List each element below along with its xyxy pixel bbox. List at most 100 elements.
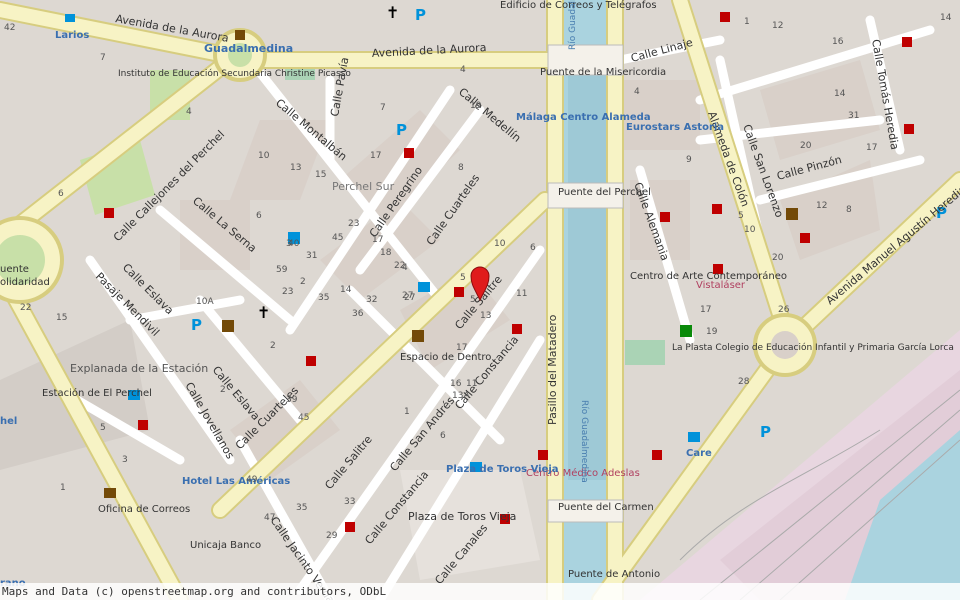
svg-text:La Plasta Colegio de Educación: La Plasta Colegio de Educación Infantil … xyxy=(672,342,954,353)
svg-text:22: 22 xyxy=(394,261,405,271)
svg-text:✝: ✝ xyxy=(386,3,399,22)
svg-text:Instituto de Educación Secunda: Instituto de Educación Secundaria Christ… xyxy=(118,68,351,79)
svg-text:10: 10 xyxy=(744,225,756,235)
svg-text:12: 12 xyxy=(772,21,783,31)
svg-text:16: 16 xyxy=(832,37,844,47)
svg-text:3: 3 xyxy=(122,455,128,465)
svg-text:Larios: Larios xyxy=(55,30,89,41)
svg-text:45: 45 xyxy=(332,233,343,243)
svg-text:49: 49 xyxy=(246,475,258,485)
svg-text:27: 27 xyxy=(404,293,415,303)
svg-text:Perchel Sur: Perchel Sur xyxy=(332,180,395,193)
svg-text:2: 2 xyxy=(270,341,276,351)
svg-text:10: 10 xyxy=(494,239,506,249)
svg-text:Río Guadalmedina: Río Guadalmedina xyxy=(579,400,589,483)
svg-text:5: 5 xyxy=(738,211,744,221)
svg-text:40: 40 xyxy=(288,239,300,249)
svg-text:20: 20 xyxy=(772,253,784,263)
svg-text:Vistaláser: Vistaláser xyxy=(696,279,746,291)
svg-text:P: P xyxy=(760,423,771,441)
svg-text:Eurostars Astoria: Eurostars Astoria xyxy=(626,122,724,133)
svg-text:35: 35 xyxy=(296,503,307,513)
svg-text:6: 6 xyxy=(440,431,446,441)
svg-text:Oficina de Correos: Oficina de Correos xyxy=(98,504,190,515)
svg-text:11: 11 xyxy=(516,289,527,299)
svg-text:Guadalmedina: Guadalmedina xyxy=(204,42,293,55)
svg-text:4: 4 xyxy=(634,87,640,97)
svg-text:Plaza de Toros Vieja: Plaza de Toros Vieja xyxy=(408,510,516,523)
svg-text:17: 17 xyxy=(370,151,381,161)
svg-text:1: 1 xyxy=(404,407,410,417)
svg-text:✝: ✝ xyxy=(257,303,270,322)
svg-text:10A: 10A xyxy=(196,297,214,307)
svg-text:23: 23 xyxy=(282,287,293,297)
svg-text:23: 23 xyxy=(348,219,359,229)
svg-text:13: 13 xyxy=(290,163,301,173)
svg-text:31: 31 xyxy=(848,111,859,121)
svg-text:Puente del Perchel: Puente del Perchel xyxy=(558,187,651,198)
svg-text:Pasillo del Matadero: Pasillo del Matadero xyxy=(546,314,559,425)
svg-text:19: 19 xyxy=(470,101,482,111)
svg-text:17: 17 xyxy=(456,343,467,353)
svg-text:33: 33 xyxy=(344,497,355,507)
svg-text:5: 5 xyxy=(100,423,106,433)
svg-text:1: 1 xyxy=(744,17,750,27)
svg-text:20: 20 xyxy=(800,141,812,151)
svg-text:13: 13 xyxy=(480,311,491,321)
svg-text:2: 2 xyxy=(300,277,306,287)
svg-text:Espacio de Dentro: Espacio de Dentro xyxy=(400,352,491,363)
map-view[interactable]: ✝ P P P P P ✝ Avenida de la Aurora Aveni… xyxy=(0,0,960,600)
svg-text:P: P xyxy=(191,316,202,334)
svg-text:42: 42 xyxy=(4,23,15,33)
svg-text:11: 11 xyxy=(466,379,477,389)
svg-text:Puente del Carmen: Puente del Carmen xyxy=(558,502,654,513)
svg-text:39: 39 xyxy=(286,395,298,405)
svg-text:35: 35 xyxy=(318,293,329,303)
svg-text:14: 14 xyxy=(940,13,952,23)
svg-text:16: 16 xyxy=(450,379,462,389)
svg-text:17: 17 xyxy=(372,235,383,245)
svg-text:17: 17 xyxy=(700,305,711,315)
svg-text:32: 32 xyxy=(366,295,377,305)
svg-text:uente: uente xyxy=(0,264,29,275)
svg-text:28: 28 xyxy=(738,377,750,387)
school-field xyxy=(625,340,665,365)
svg-text:14: 14 xyxy=(340,285,352,295)
svg-text:6: 6 xyxy=(256,211,262,221)
svg-text:Plaza de Toros Vieja: Plaza de Toros Vieja xyxy=(446,464,559,475)
svg-text:6: 6 xyxy=(58,189,64,199)
svg-text:hel: hel xyxy=(0,416,17,427)
svg-text:12: 12 xyxy=(816,201,827,211)
svg-text:59: 59 xyxy=(276,265,288,275)
svg-text:5: 5 xyxy=(470,295,476,305)
svg-text:5: 5 xyxy=(460,273,466,283)
svg-text:olidaridad: olidaridad xyxy=(0,277,50,288)
map-canvas: ✝ P P P P P ✝ Avenida de la Aurora Aveni… xyxy=(0,0,960,600)
svg-text:Estación de El Perchel: Estación de El Perchel xyxy=(42,387,152,399)
svg-text:Care: Care xyxy=(686,448,712,459)
svg-text:1: 1 xyxy=(60,483,66,493)
svg-text:Hotel Las Américas: Hotel Las Américas xyxy=(182,475,290,487)
svg-text:7: 7 xyxy=(380,103,386,113)
svg-text:Unicaja Banco: Unicaja Banco xyxy=(190,540,261,551)
svg-text:7: 7 xyxy=(100,53,106,63)
svg-text:4: 4 xyxy=(460,65,466,75)
svg-text:2: 2 xyxy=(220,385,226,395)
svg-text:8: 8 xyxy=(846,205,852,215)
svg-text:13A: 13A xyxy=(452,391,470,401)
svg-text:P: P xyxy=(396,121,407,139)
svg-text:19: 19 xyxy=(706,327,718,337)
svg-text:Explanada de la Estación: Explanada de la Estación xyxy=(70,362,208,375)
svg-text:29: 29 xyxy=(326,531,338,541)
svg-text:26: 26 xyxy=(778,305,790,315)
svg-text:14: 14 xyxy=(834,89,846,99)
map-attribution[interactable]: Maps and Data (c) openstreetmap.org and … xyxy=(0,583,960,600)
svg-text:Puente de Antonio: Puente de Antonio xyxy=(568,569,660,580)
svg-text:36: 36 xyxy=(352,309,364,319)
svg-text:9: 9 xyxy=(686,155,692,165)
svg-text:Puente de la Misericordia: Puente de la Misericordia xyxy=(540,67,666,78)
svg-text:18: 18 xyxy=(380,248,392,258)
svg-text:4: 4 xyxy=(186,107,192,117)
svg-text:15: 15 xyxy=(56,313,67,323)
svg-text:17: 17 xyxy=(866,143,877,153)
